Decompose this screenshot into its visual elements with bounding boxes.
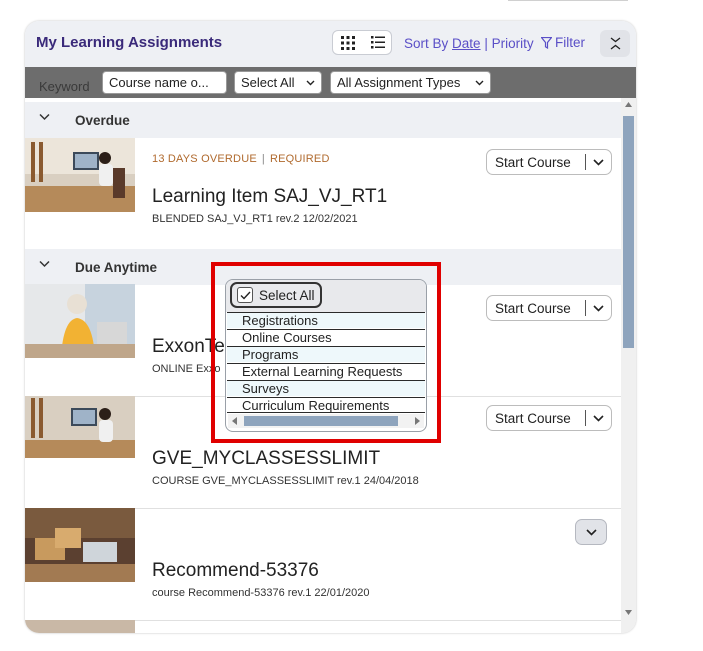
scroll-up-icon[interactable] [625,102,632,107]
course-title[interactable]: Recommend-53376 [152,560,319,582]
sort-separator: | [484,36,488,51]
assignment-type-select[interactable]: All Assignment Types [330,71,491,94]
start-course-button[interactable]: Start Course [486,149,612,175]
status-select[interactable]: Select All [234,71,322,94]
course-subtitle: course Recommend-53376 rev.1 22/01/2020 [152,587,370,599]
overdue-status: 13 DAYS OVERDUE [152,153,257,165]
required-badge: REQUIRED [269,153,330,165]
chevron-down-icon [585,528,597,536]
chevron-down-icon [39,260,50,268]
more-actions-button[interactable] [586,304,611,312]
collapse-icon [610,37,620,50]
section-overdue[interactable]: Overdue [25,102,621,138]
section-label: Overdue [75,113,130,128]
collapse-button[interactable] [600,30,630,57]
meta-separator: | [261,153,265,165]
sort-controls: Sort By Date | Priority [404,36,534,51]
chevron-down-icon [39,113,50,121]
section-label: Due Anytime [75,260,158,275]
scroll-down-icon[interactable] [625,610,632,615]
more-actions-button[interactable] [586,414,611,422]
start-course-label: Start Course [495,410,571,426]
course-thumbnail [25,508,135,582]
keyword-label: Keyword [39,79,90,94]
card-header: My Learning Assignments Sort By Date | P… [25,21,636,67]
sort-priority-link[interactable]: Priority [492,36,534,51]
list-item [25,620,621,633]
course-subtitle: BLENDED SAJ_VJ_RT1 rev.2 12/02/2021 [152,213,358,225]
list-item: 13 DAYS OVERDUE | REQUIRED Learning Item S… [25,138,621,251]
sort-by-label: Sort By [404,36,449,51]
view-toggle [332,30,392,55]
course-title[interactable]: GVE_MYCLASSESSLIMIT [152,448,380,470]
sort-date-link[interactable]: Date [452,36,481,51]
overdue-meta: 13 DAYS OVERDUE | REQUIRED [152,153,330,165]
course-thumbnail [25,284,135,358]
course-thumbnail [25,138,135,212]
list-item: Recommend-53376 course Recommend-53376 r… [25,508,621,621]
start-course-label: Start Course [495,300,571,316]
status-select-value: Select All [241,75,295,90]
vertical-scrollbar[interactable] [621,98,636,633]
course-thumbnail [25,620,135,633]
more-actions-button[interactable] [575,519,607,545]
filter-label: Filter [555,35,585,50]
chevron-down-icon [593,414,604,422]
annotation-highlight-box [211,262,441,443]
course-title[interactable]: Learning Item SAJ_VJ_RT1 [152,186,387,208]
chevron-down-icon [593,158,604,166]
start-course-button[interactable]: Start Course [486,405,612,431]
start-course-label: Start Course [495,154,571,170]
keyword-input[interactable]: Course name o... [102,71,227,94]
start-course-button[interactable]: Start Course [486,295,612,321]
filter-button[interactable]: Filter [541,35,585,50]
top-divider-line [508,0,628,1]
list-view-button[interactable] [363,31,392,54]
more-actions-button[interactable] [586,158,611,166]
chevron-down-icon [593,304,604,312]
filter-icon [541,36,552,49]
list-icon [370,36,385,49]
assignment-type-value: All Assignment Types [337,75,461,90]
course-thumbnail [25,396,135,458]
scrollbar-thumb[interactable] [623,116,634,348]
filter-bar: Keyword Course name o... Select All All … [25,67,636,98]
chevron-down-icon [475,80,484,85]
grid-icon [340,35,355,50]
grid-view-button[interactable] [333,31,362,54]
card-title: My Learning Assignments [36,34,223,51]
chevron-down-icon [306,80,315,85]
course-subtitle: COURSE GVE_MYCLASSESSLIMIT rev.1 24/04/2… [152,475,419,487]
